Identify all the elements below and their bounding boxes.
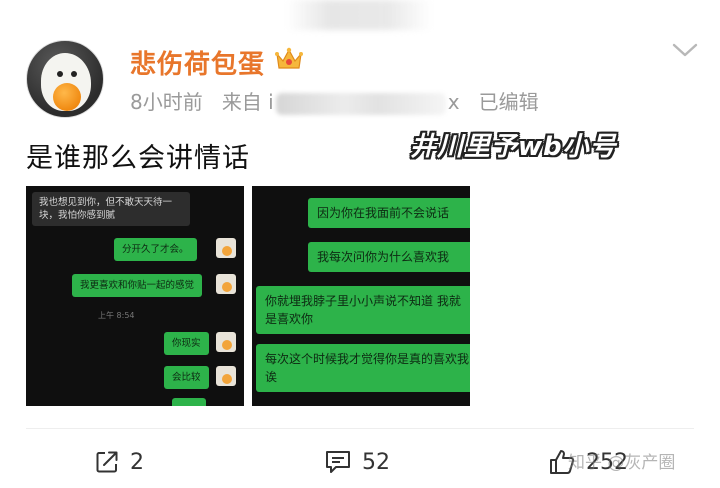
- post-text: 是谁那么会讲情话: [26, 143, 250, 174]
- chat-avatar-right: [216, 366, 236, 386]
- chat-timestamp: 上午 8:54: [98, 311, 135, 320]
- chat-bubble-right: 每次这个时候我才觉得你是真的喜欢我诶: [256, 344, 470, 392]
- avatar[interactable]: [26, 40, 104, 118]
- share-icon: [96, 451, 118, 473]
- source-blurred: [275, 92, 446, 115]
- bottom-watermark: 知乎 @灰产圈: [568, 453, 676, 473]
- post-image-1[interactable]: 我也想见到你，但不敢天天待一块，我怕你感到腻 分开久了才会。 我更喜欢和你贴一起…: [26, 186, 244, 406]
- chevron-down-icon[interactable]: [672, 40, 698, 60]
- edited-label: 已编辑: [478, 90, 539, 114]
- actions-divider: [26, 428, 694, 429]
- username[interactable]: 悲伤荷包蛋: [130, 44, 265, 81]
- avatar-yolk: [53, 83, 81, 111]
- chat-avatar-right: [216, 332, 236, 352]
- post-image-2[interactable]: 因为你在我面前不会说话 我每次问你为什么喜欢我 你就埋我脖子里小小声说不知道 我…: [252, 186, 470, 406]
- post-meta: 8小时前 来自 i x 已编辑: [130, 86, 539, 115]
- overlay-watermark: 井川里予wb小号: [410, 132, 617, 162]
- comment-button[interactable]: 52: [324, 446, 390, 478]
- chat-avatar-right: [216, 238, 236, 258]
- post-source-prefix: 来自 i: [221, 90, 274, 114]
- chat-bubble-right: 我每次问你为什么喜欢我: [308, 242, 470, 272]
- chat-bubble-right: 分开久了才会。: [114, 238, 197, 261]
- chat-bubble-right: 会比较: [164, 366, 209, 389]
- share-button[interactable]: 2: [94, 446, 144, 478]
- post-source-suffix: x: [447, 90, 460, 114]
- top-blurred-area: [286, 0, 432, 30]
- share-count: 2: [130, 449, 144, 475]
- chat-bubble-partial: [172, 398, 206, 406]
- chat-bubble-right: 你就埋我脖子里小小声说不知道 我就是喜欢你: [256, 286, 470, 334]
- avatar-eye-left: [57, 71, 63, 77]
- post-time: 8小时前: [130, 90, 203, 114]
- chat-bubble-left: 我也想见到你，但不敢天天待一块，我怕你感到腻: [32, 192, 190, 226]
- chat-bubble-right: 我更喜欢和你贴一起的感觉: [72, 274, 203, 297]
- crown-icon: [275, 47, 303, 69]
- comment-icon: [326, 451, 350, 473]
- comment-count: 52: [362, 449, 390, 475]
- avatar-eye-right: [71, 71, 77, 77]
- chat-bubble-right: 你现实: [164, 332, 209, 355]
- chat-bubble-right: 因为你在我面前不会说话: [308, 198, 470, 228]
- chat-avatar-right: [216, 274, 236, 294]
